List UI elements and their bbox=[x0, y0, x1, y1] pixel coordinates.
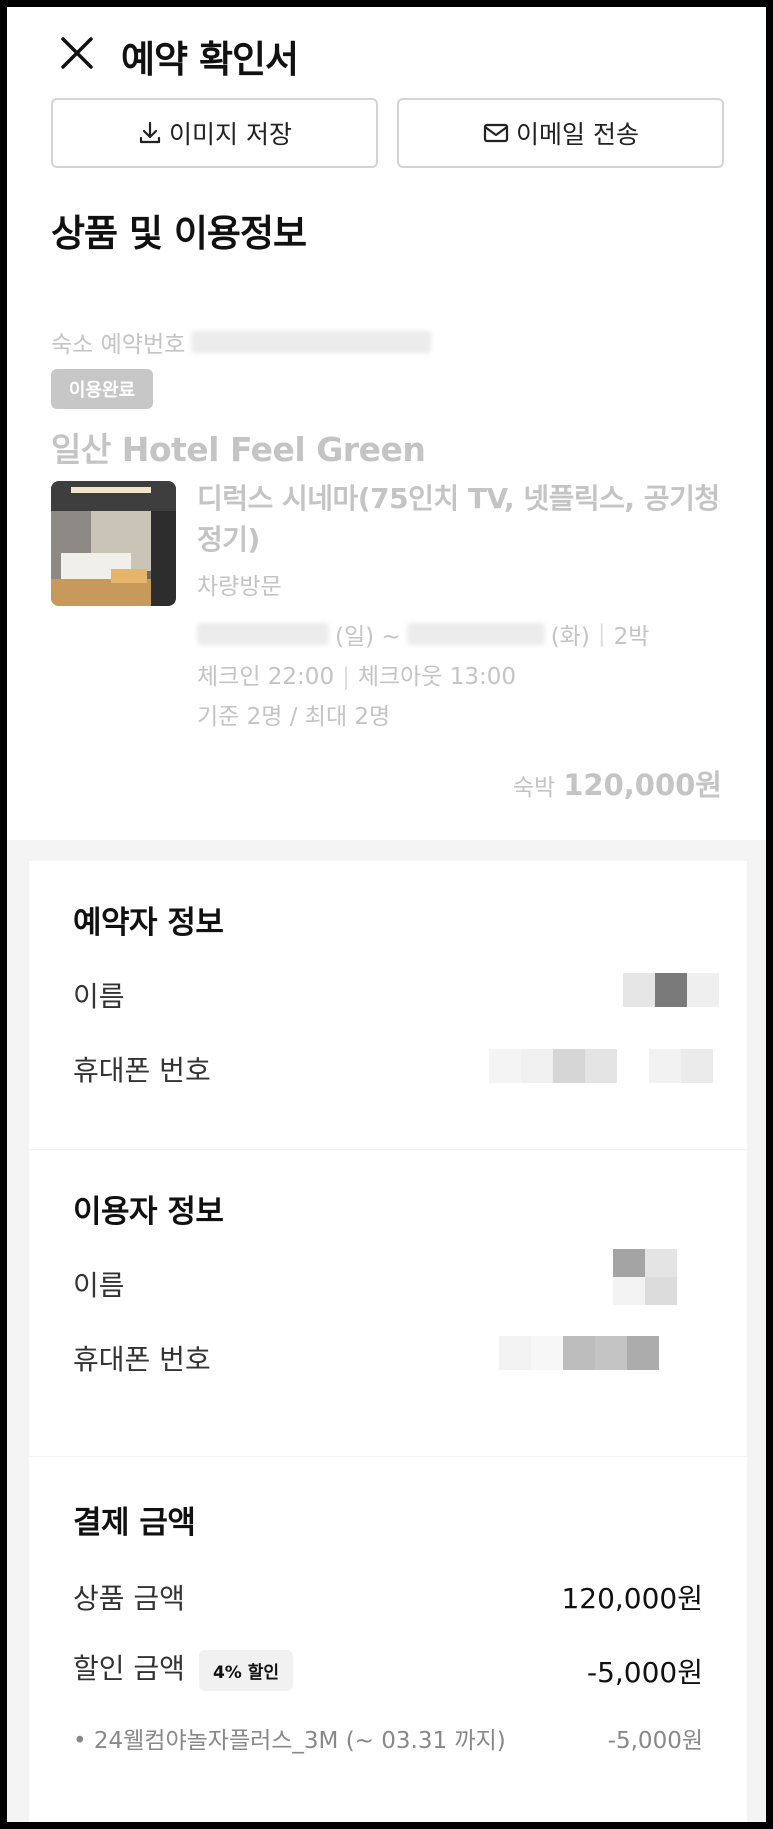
discount-label: 할인 금액 bbox=[73, 1652, 185, 1685]
product-amount: 120,000원 bbox=[561, 1582, 703, 1615]
coupon-amount: -5,000원 bbox=[607, 1728, 703, 1754]
payment-title: 결제 금액 bbox=[73, 1505, 196, 1541]
room-name: 디럭스 시네마(75인치 TV, 넷플릭스, 공기청정기) bbox=[197, 482, 720, 556]
room-thumbnail bbox=[51, 481, 176, 606]
booker-name-redacted bbox=[623, 973, 719, 1007]
checkout-time: 체크아웃 13:00 bbox=[357, 664, 517, 690]
discount-badge: 4% 할인 bbox=[198, 1649, 294, 1691]
screen: 예약 확인서 이미지 저장 이메일 전송 상품 및 이용정보 숙소 예약번호 이… bbox=[7, 7, 766, 1822]
visit-type: 차량방문 bbox=[197, 574, 282, 600]
status-badge: 이용완료 bbox=[51, 369, 153, 409]
hotel-name: 일산 Hotel Feel Green bbox=[51, 430, 426, 469]
save-image-label: 이미지 저장 bbox=[169, 120, 292, 149]
reservation-number: 숙소 예약번호 bbox=[51, 325, 432, 359]
download-icon bbox=[139, 121, 161, 144]
booker-phone-label: 휴대폰 번호 bbox=[73, 1054, 211, 1087]
checkin-date-redacted bbox=[197, 623, 329, 645]
close-icon[interactable] bbox=[57, 33, 97, 73]
checkout-day: (화) bbox=[550, 624, 590, 650]
payment-card: 결제 금액 상품 금액 120,000원 할인 금액 4% 할인 -5,000원 … bbox=[29, 1457, 747, 1822]
guest-title: 이용자 정보 bbox=[73, 1194, 224, 1230]
mail-icon bbox=[483, 123, 509, 143]
coupon-name: • 24웰컴야놀자플러스_3M (~ 03.31 까지) bbox=[73, 1728, 506, 1754]
price-amount: 120,000원 bbox=[563, 768, 722, 802]
discount-amount: -5,000원 bbox=[586, 1656, 703, 1689]
booker-title: 예약자 정보 bbox=[73, 905, 224, 941]
page-title: 예약 확인서 bbox=[121, 38, 299, 81]
header: 예약 확인서 bbox=[7, 7, 766, 91]
divider: | bbox=[597, 621, 606, 647]
booker-phone-redacted bbox=[489, 1049, 713, 1083]
divider: | bbox=[342, 664, 350, 690]
nights: 2박 bbox=[613, 624, 650, 650]
save-image-button[interactable]: 이미지 저장 bbox=[51, 98, 378, 168]
booker-info-card: 예약자 정보 이름 휴대폰 번호 bbox=[29, 861, 747, 1149]
guest-info-card: 이용자 정보 이름 휴대폰 번호 bbox=[29, 1150, 747, 1456]
discount-row: 할인 금액 4% 할인 bbox=[73, 1647, 294, 1691]
send-email-label: 이메일 전송 bbox=[516, 120, 639, 149]
checkin-time: 체크인 22:00 bbox=[197, 664, 335, 690]
checkout-date-redacted bbox=[406, 623, 545, 645]
section-title: 상품 및 이용정보 bbox=[51, 212, 307, 255]
reservation-number-redacted bbox=[191, 331, 432, 353]
product-info-area: 예약 확인서 이미지 저장 이메일 전송 상품 및 이용정보 숙소 예약번호 이… bbox=[7, 7, 766, 840]
booker-name-label: 이름 bbox=[73, 980, 125, 1013]
guest-phone-label: 휴대폰 번호 bbox=[73, 1343, 211, 1376]
reservation-label: 숙소 예약번호 bbox=[51, 332, 186, 358]
checkin-checkout: 체크인 22:00 | 체크아웃 13:00 bbox=[197, 657, 516, 691]
price-label: 숙박 bbox=[512, 775, 556, 801]
capacity: 기준 2명 / 최대 2명 bbox=[197, 704, 391, 730]
product-amount-label: 상품 금액 bbox=[73, 1582, 185, 1615]
stay-dates: (일) ~ (화) | 2박 bbox=[197, 617, 649, 651]
guest-name-redacted bbox=[613, 1249, 677, 1305]
guest-phone-redacted bbox=[499, 1336, 659, 1370]
stay-price: 숙박 120,000원 bbox=[513, 762, 722, 804]
guest-name-label: 이름 bbox=[73, 1269, 125, 1302]
checkin-day: (일) ~ bbox=[335, 624, 401, 650]
send-email-button[interactable]: 이메일 전송 bbox=[397, 98, 724, 168]
